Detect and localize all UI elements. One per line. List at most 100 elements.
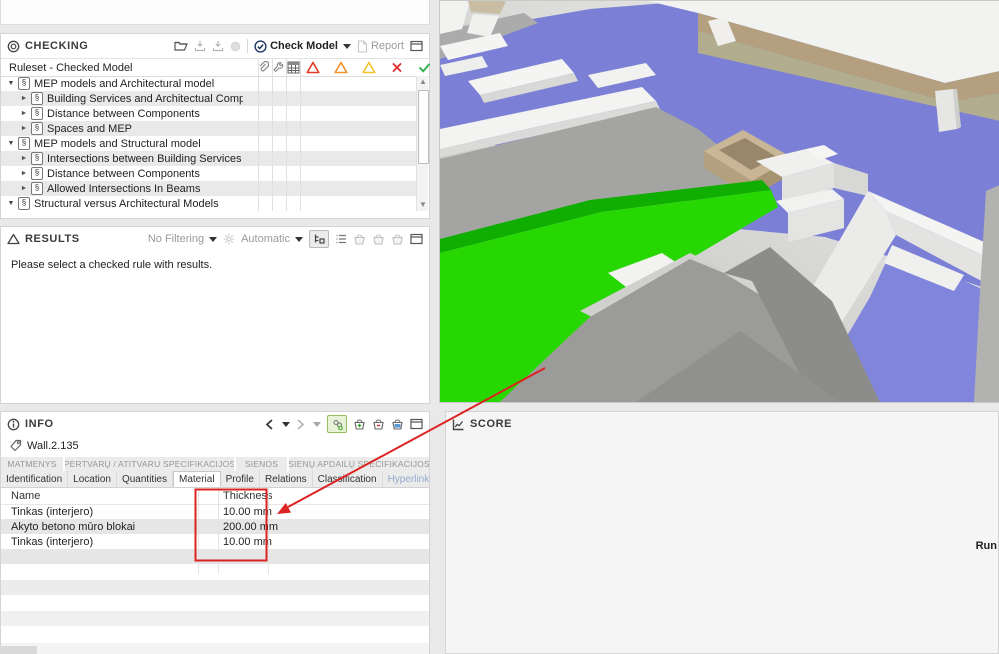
mode-dropdown-icon[interactable]	[295, 236, 303, 242]
tab-hyperlinks[interactable]: Hyperlinks	[383, 471, 429, 487]
basket-remove-icon[interactable]	[372, 418, 385, 431]
table-stripe	[1, 580, 429, 595]
results-icon	[7, 233, 20, 245]
basket-add-icon[interactable]	[353, 418, 366, 431]
upper-tab-bar: MATMENYS PERTVARŲ / ATITVARU SPECIFIKACI…	[1, 457, 429, 471]
tree-item[interactable]: Allowed Intersections In Beams	[1, 181, 416, 196]
run-button[interactable]: Run	[976, 540, 997, 552]
import-model-icon-2[interactable]	[212, 40, 224, 52]
basket-set-icon[interactable]	[391, 418, 404, 431]
collapse-icon[interactable]	[20, 110, 28, 117]
table-row-empty[interactable]	[1, 549, 429, 564]
collapse-icon[interactable]	[20, 155, 28, 162]
list-view-icon[interactable]	[335, 233, 347, 245]
low-severity-icon[interactable]	[362, 61, 376, 74]
wrench-icon[interactable]	[272, 61, 286, 74]
results-empty-message: Please select a checked rule with result…	[11, 259, 213, 271]
tab-sienu-apdailu-specifikacijos[interactable]: SIENŲ APDAILŲ SPECIFIKACIJOS	[289, 457, 429, 471]
tree-item[interactable]: Structural versus Architectural Models	[1, 196, 416, 211]
import-model-icon[interactable]	[194, 40, 206, 52]
tab-profile[interactable]: Profile	[221, 471, 260, 487]
tab-identification[interactable]: Identification	[1, 471, 69, 487]
tab-sienos[interactable]: SIENOS	[236, 457, 289, 471]
results-panel: RESULTS No Filtering Automatic Please se…	[0, 226, 430, 404]
tab-classification[interactable]: Classification	[313, 471, 383, 487]
expand-icon[interactable]	[7, 200, 15, 207]
ruleset-icon	[18, 137, 30, 150]
basket-add-icon[interactable]	[353, 233, 366, 246]
selected-component-label: Wall.2.135	[27, 439, 79, 452]
tree-item[interactable]: Distance between Components	[1, 106, 416, 121]
basket-set-icon[interactable]	[391, 233, 404, 246]
window-icon[interactable]	[410, 233, 423, 245]
ruleset-icon	[31, 152, 43, 165]
open-folder-icon[interactable]	[174, 40, 189, 52]
tab-quantities[interactable]: Quantities	[117, 471, 173, 487]
tab-matmenys[interactable]: MATMENYS	[1, 457, 65, 471]
ruleset-icon	[18, 197, 30, 210]
basket-remove-icon[interactable]	[372, 233, 385, 246]
filtering-label: No Filtering	[147, 233, 205, 245]
window-icon[interactable]	[410, 40, 423, 52]
scroll-down-icon[interactable]: ▼	[419, 201, 427, 209]
tab-relations[interactable]: Relations	[260, 471, 313, 487]
moderate-severity-icon[interactable]	[334, 61, 348, 74]
window-icon[interactable]	[410, 418, 423, 430]
tab-location[interactable]: Location	[68, 471, 117, 487]
table-column-divider	[218, 488, 219, 574]
expand-icon[interactable]	[7, 80, 15, 87]
results-header: RESULTS No Filtering Automatic	[1, 227, 429, 251]
pick-selection-icon[interactable]	[327, 415, 347, 433]
mode-dropdown[interactable]: Automatic	[241, 233, 303, 245]
collapse-icon[interactable]	[20, 185, 28, 192]
ruleset-header-row[interactable]: Ruleset - Checked Model	[1, 58, 432, 77]
info-icon	[7, 418, 20, 431]
score-chart-icon	[452, 418, 465, 431]
table-column-divider	[198, 488, 199, 574]
rejected-icon[interactable]	[391, 61, 405, 74]
tree-item[interactable]: MEP models and Architectural model	[1, 76, 416, 91]
model-3d-view[interactable]	[439, 0, 999, 403]
forward-icon[interactable]	[296, 418, 305, 430]
scroll-up-icon[interactable]: ▲	[419, 78, 427, 86]
table-row[interactable]: Tinkas (interjero) 10.00 mm	[1, 504, 429, 519]
table-row[interactable]: Akyto betono mūro blokai 200.00 mm	[1, 519, 429, 534]
table-icon[interactable]	[287, 61, 301, 74]
tree-item[interactable]: Building Services and Architectual Compo…	[1, 91, 416, 106]
back-dropdown-icon[interactable]	[282, 421, 290, 427]
collapse-icon[interactable]	[20, 95, 28, 102]
accepted-icon[interactable]	[418, 61, 432, 74]
back-icon[interactable]	[265, 418, 274, 430]
tree-item[interactable]: Distance between Components	[1, 166, 416, 181]
tree-scrollbar[interactable]: ▲ ▼	[416, 76, 429, 211]
report-button[interactable]: Report	[357, 39, 404, 53]
ruleset-icon	[31, 122, 43, 135]
name-column-header[interactable]: Name	[11, 490, 40, 502]
attachment-icon[interactable]	[257, 61, 271, 74]
forward-dropdown-icon[interactable]	[313, 421, 321, 427]
tab-pertvaru-specifikacijos[interactable]: PERTVARŲ / ATITVARU SPECIFIKACIJOS	[65, 457, 236, 471]
tree-view-icon[interactable]	[309, 230, 329, 248]
tab-material[interactable]: Material	[173, 471, 221, 487]
table-row[interactable]: Tinkas (interjero) 10.00 mm	[1, 534, 429, 549]
filter-dropdown-icon[interactable]	[209, 236, 218, 242]
tree-item[interactable]: MEP models and Structural model	[1, 136, 416, 151]
thickness-column-header[interactable]: Thickness	[223, 490, 273, 502]
gear-icon[interactable]	[223, 233, 235, 245]
record-disabled-icon	[230, 41, 241, 52]
table-header-row[interactable]: Name Thickness	[1, 488, 429, 505]
collapse-icon[interactable]	[20, 170, 28, 177]
filtering-dropdown[interactable]: No Filtering	[147, 233, 218, 245]
collapse-icon[interactable]	[20, 125, 28, 132]
column-divider	[286, 59, 287, 211]
ruleset-icon	[31, 92, 43, 105]
tree-item[interactable]: Intersections between Building Services …	[1, 151, 416, 166]
check-model-dropdown-icon[interactable]	[342, 43, 351, 49]
critical-severity-icon[interactable]	[306, 61, 320, 74]
table-stripe	[1, 611, 429, 626]
check-model-button[interactable]: Check Model	[254, 39, 351, 53]
expand-icon[interactable]	[7, 140, 15, 147]
scrollbar-thumb[interactable]	[418, 90, 429, 164]
tree-item[interactable]: Spaces and MEP	[1, 121, 416, 136]
checking-icon	[7, 40, 20, 53]
